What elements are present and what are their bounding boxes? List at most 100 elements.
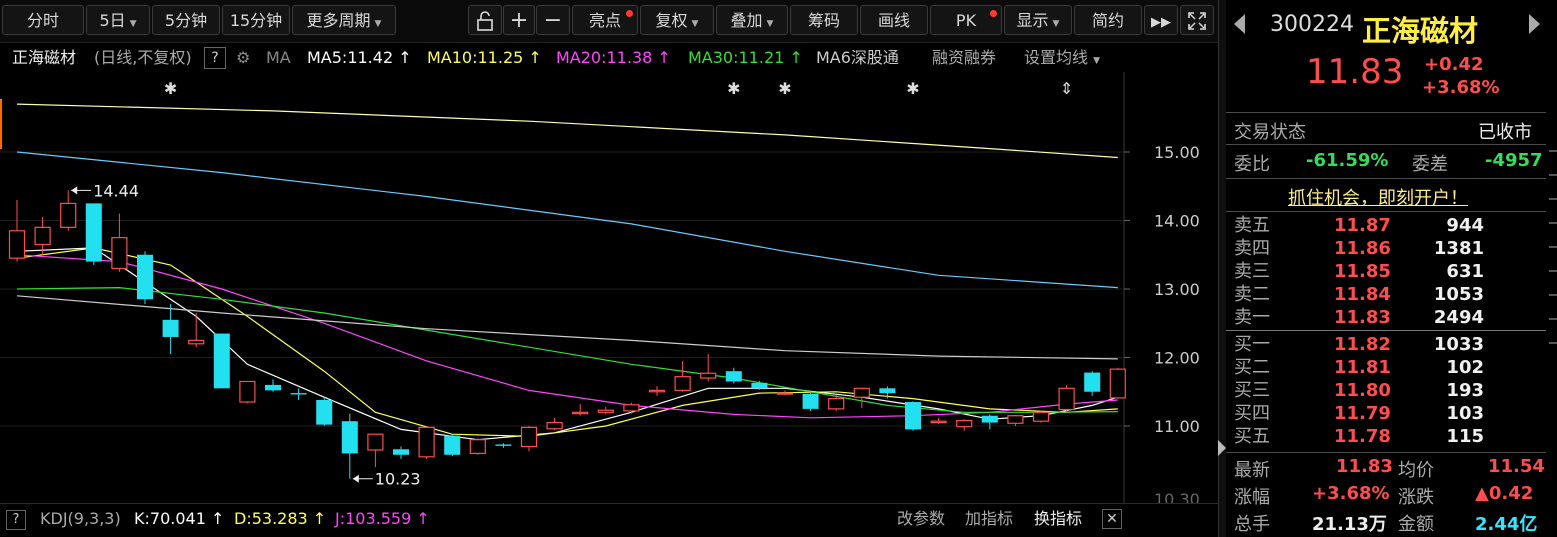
- order-book-price: 11.79: [1334, 403, 1391, 424]
- chevron-down-icon: ▼: [129, 19, 137, 29]
- order-book-row[interactable]: 买五 11.78 115: [1226, 425, 1546, 448]
- order-book-price: 11.84: [1334, 284, 1391, 305]
- more-periods-button[interactable]: 更多周期 ▼: [292, 5, 396, 35]
- candle-body: [341, 421, 358, 454]
- ma-line-ma250: [16, 103, 1118, 159]
- simple-mode-button[interactable]: 简约: [1074, 5, 1142, 35]
- candle-body: [725, 371, 742, 382]
- fullscreen-icon: [1188, 12, 1206, 30]
- ma-line-ma120: [16, 151, 1118, 289]
- display-button[interactable]: 显示 ▼: [1004, 5, 1072, 35]
- close-icon[interactable]: ✕: [1102, 509, 1122, 529]
- period-intraday-button[interactable]: 分时: [2, 5, 84, 35]
- period-5min-button[interactable]: 5分钟: [152, 5, 220, 35]
- avg-label: 均价: [1398, 460, 1434, 481]
- prev-stock-icon[interactable]: [1234, 14, 1245, 34]
- candlestick-chart[interactable]: 15.00 14.00 13.00 12.00 11.00 10.30 14.44 10.23…: [0, 72, 1218, 503]
- notification-dot: [990, 10, 997, 17]
- order-book-price: 11.82: [1334, 334, 1391, 355]
- margin-trading-link[interactable]: 融资融券: [932, 44, 996, 72]
- candle-body: [444, 435, 461, 455]
- event-marker-icon: ✱: [778, 79, 791, 98]
- trade-status-value: 已收市: [1478, 122, 1532, 143]
- kdj-j-value: J:103.559 ↑: [335, 509, 430, 528]
- candle-body: [213, 333, 230, 389]
- order-book-volume: 115: [1446, 426, 1484, 447]
- open-account-promo-link[interactable]: 抓住机会，即刻开户！: [1288, 184, 1468, 210]
- volume-value: 21.13万: [1312, 514, 1387, 535]
- candle-body: [34, 226, 51, 246]
- ma20-value: MA20:11.38 ↑: [556, 48, 671, 67]
- adjust-button[interactable]: 复权 ▼: [640, 5, 714, 35]
- candle-body: [239, 380, 256, 403]
- candle-body: [1058, 387, 1075, 411]
- fast-forward-icon: ▶▶: [1151, 15, 1171, 30]
- kdj-name: KDJ(9,3,3): [40, 509, 121, 528]
- order-book-row[interactable]: 买二 11.81 102: [1226, 356, 1546, 379]
- ma10-value: MA10:11.25 ↑: [427, 48, 542, 67]
- draw-line-button[interactable]: 画线: [860, 5, 928, 35]
- pk-button[interactable]: PK: [930, 5, 1002, 35]
- order-book-label: 卖五: [1234, 215, 1270, 236]
- candle-body: [367, 433, 384, 451]
- fast-forward-button[interactable]: ▶▶: [1144, 5, 1178, 35]
- help-button[interactable]: ?: [204, 47, 226, 69]
- candle-body: [1007, 415, 1024, 424]
- order-book-label: 买二: [1234, 357, 1270, 378]
- chevron-down-icon: ▼: [766, 19, 774, 29]
- order-book-label: 卖二: [1234, 284, 1270, 305]
- kdj-d-value: D:53.283 ↑: [234, 509, 327, 528]
- ma30-value: MA30:11.21 ↑: [688, 48, 803, 67]
- add-indicator-button[interactable]: 加指标: [965, 504, 1013, 534]
- commission-ratio-value: -61.59%: [1306, 150, 1389, 171]
- kdj-help-button[interactable]: ?: [6, 510, 26, 530]
- period-5day-button[interactable]: 5日 ▼: [86, 5, 150, 35]
- order-book-row[interactable]: 卖一 11.83 2494: [1226, 306, 1546, 329]
- candle-body: [776, 392, 794, 395]
- ma-line-ma60: [16, 295, 1118, 360]
- candle-body: [162, 319, 179, 337]
- fullscreen-button[interactable]: [1180, 5, 1214, 35]
- event-marker-icon: ✱: [164, 79, 177, 98]
- ma5-value: MA5:11.42 ↑: [307, 48, 412, 67]
- zoom-out-button[interactable]: −: [536, 5, 570, 35]
- stock-code: 300224: [1270, 12, 1354, 37]
- y-tick-label: 14.00: [1154, 212, 1200, 231]
- switch-indicator-button[interactable]: 换指标: [1034, 504, 1082, 534]
- order-book-volume: 193: [1446, 380, 1484, 401]
- next-stock-icon[interactable]: [1529, 14, 1540, 34]
- order-book-row[interactable]: 买四 11.79 103: [1226, 402, 1546, 425]
- period-15min-button[interactable]: 15分钟: [222, 5, 290, 35]
- order-book-row[interactable]: 卖二 11.84 1053: [1226, 283, 1546, 306]
- y-tick-label: 11.00: [1154, 417, 1200, 436]
- chevron-down-icon: ▼: [374, 19, 382, 29]
- order-book-row[interactable]: 卖四 11.86 1381: [1226, 237, 1546, 260]
- scrollbar[interactable]: [1549, 150, 1557, 350]
- price-change-pct: +3.68%: [1422, 77, 1500, 98]
- order-book-row[interactable]: 卖三 11.85 631: [1226, 260, 1546, 283]
- chevron-down-icon: ▼: [1093, 56, 1101, 66]
- order-book-row[interactable]: 卖五 11.87 944: [1226, 214, 1546, 237]
- candle-body: [930, 420, 947, 424]
- candle-body: [751, 382, 768, 389]
- order-book-label: 卖一: [1234, 307, 1270, 328]
- order-book-volume: 102: [1446, 357, 1484, 378]
- collapse-arrow-icon[interactable]: [1218, 440, 1226, 456]
- overlay-button[interactable]: 叠加 ▼: [716, 5, 788, 35]
- order-book-row[interactable]: 买一 11.82 1033: [1226, 333, 1546, 356]
- stock-name: 正海磁材: [1362, 14, 1479, 48]
- commission-ratio-label: 委比: [1234, 154, 1270, 175]
- gear-icon[interactable]: ⚙: [236, 44, 250, 72]
- order-book-price: 11.81: [1334, 357, 1391, 378]
- zoom-out-icon: −: [543, 8, 563, 33]
- chips-button[interactable]: 筹码: [790, 5, 858, 35]
- change-params-button[interactable]: 改参数: [897, 504, 945, 534]
- highlights-button[interactable]: 亮点: [572, 5, 638, 35]
- lock-button[interactable]: [468, 5, 502, 35]
- order-book-row[interactable]: 买三 11.80 193: [1226, 379, 1546, 402]
- order-book-volume: 1381: [1433, 238, 1484, 259]
- order-book-volume: 1053: [1433, 284, 1484, 305]
- zoom-in-button[interactable]: +: [503, 5, 535, 35]
- set-ma-dropdown[interactable]: 设置均线 ▼: [1024, 44, 1100, 75]
- ma6-hk-connect-link[interactable]: MA6深股通: [816, 44, 899, 72]
